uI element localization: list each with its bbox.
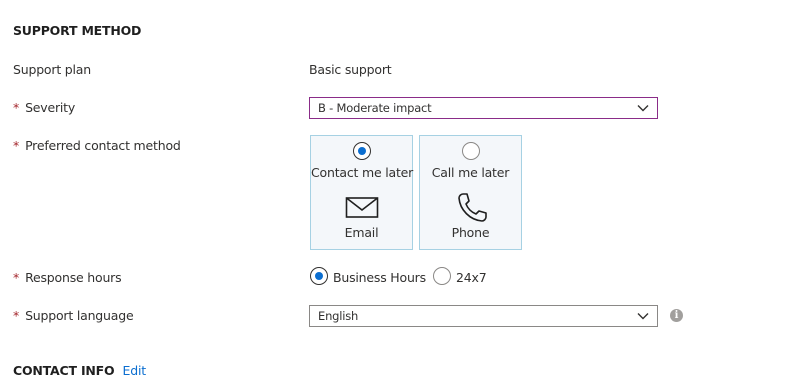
support-language-label-text: Support language [25,308,134,323]
support-language-dropdown[interactable]: English [309,305,658,327]
contact-option-phone-radio[interactable] [461,142,480,160]
response-hours-business-radio[interactable] [310,267,328,285]
contact-option-email-label: Contact me later [311,165,414,180]
severity-dropdown[interactable]: B - Moderate impact [309,97,658,119]
severity-selected-value: B - Moderate impact [318,101,432,115]
required-asterisk: * [13,308,20,323]
info-icon[interactable]: i [670,309,683,322]
support-plan-value: Basic support [309,62,392,77]
chevron-down-icon [637,313,649,320]
response-hours-label-text: Response hours [25,270,122,285]
required-asterisk: * [13,138,20,153]
contact-option-phone-sub: Phone [451,225,490,240]
chevron-down-icon [637,105,649,112]
response-hours-business-label[interactable]: Business Hours [333,270,426,285]
contact-option-phone-card[interactable]: Call me later Phone [419,135,522,250]
contact-option-email-card[interactable]: Contact me later Email [310,135,413,250]
contact-method-label-text: Preferred contact method [25,138,181,153]
section-title-support-method: SUPPORT METHOD [13,23,142,38]
required-asterisk: * [13,100,20,115]
section-title-contact-info: CONTACT INFO [13,363,115,378]
severity-label-text: Severity [25,100,76,115]
edit-contact-info-link[interactable]: Edit [123,363,147,378]
response-hours-24x7-label[interactable]: 24x7 [456,270,487,285]
contact-option-email-sub: Email [344,225,379,240]
support-plan-label: Support plan [13,62,91,77]
severity-label: * Severity [13,100,75,115]
envelope-icon [345,197,378,218]
contact-option-phone-label: Call me later [431,165,510,180]
contact-option-email-radio[interactable] [352,142,371,160]
contact-method-label: * Preferred contact method [13,138,181,153]
phone-icon [457,193,487,222]
contact-info-header: CONTACT INFO Edit [13,360,146,379]
support-language-selected-value: English [318,309,359,323]
response-hours-24x7-radio[interactable] [433,267,451,285]
required-asterisk: * [13,270,20,285]
support-language-label: * Support language [13,308,134,323]
response-hours-label: * Response hours [13,270,122,285]
